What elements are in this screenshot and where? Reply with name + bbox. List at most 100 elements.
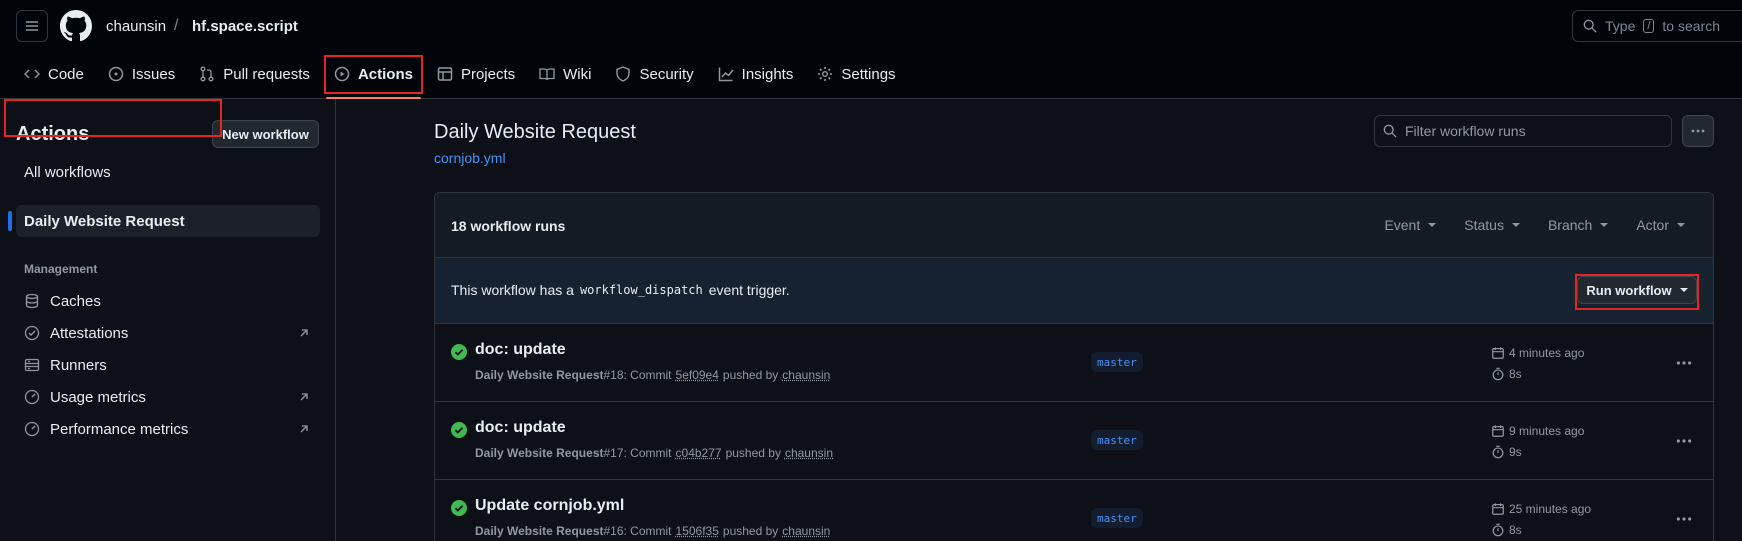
tab-label: Insights xyxy=(741,65,794,83)
kebab-horizontal-icon[interactable] xyxy=(1675,510,1693,528)
workflow-runs-box: 18 workflow runs Event Status Branch Act… xyxy=(434,192,1714,541)
run-duration: 8s xyxy=(1509,366,1522,381)
tab-insights[interactable]: Insights xyxy=(710,56,802,92)
run-commit-label: : Commit xyxy=(623,368,672,382)
check-circle-icon xyxy=(451,344,467,360)
tab-security[interactable]: Security xyxy=(607,56,701,92)
issue-icon xyxy=(108,66,124,82)
sidebar-item-performance-metrics[interactable]: Performance metrics xyxy=(16,413,320,445)
dispatch-text-post: event trigger. xyxy=(708,282,790,298)
run-author-link[interactable]: chaunsin xyxy=(785,446,833,460)
branch-badge[interactable]: master xyxy=(1091,508,1143,528)
sidebar-item-usage-metrics[interactable]: Usage metrics xyxy=(16,381,320,413)
breadcrumb-owner[interactable]: chaunsin xyxy=(106,18,166,35)
filter-label: Actor xyxy=(1636,217,1669,233)
workflow-options-button[interactable] xyxy=(1682,115,1714,147)
tab-label: Projects xyxy=(460,65,516,83)
global-search[interactable]: Type / to search xyxy=(1572,10,1742,42)
page-title: Daily Website Request xyxy=(434,121,636,143)
run-time: 4 minutes ago xyxy=(1509,345,1585,360)
server-icon xyxy=(24,358,40,372)
run-commit-link[interactable]: 1506f35 xyxy=(676,524,719,538)
meter-icon xyxy=(24,421,40,437)
sidebar-section-management: Management xyxy=(24,262,98,276)
verified-icon xyxy=(24,325,40,341)
search-shortcut-key: / xyxy=(1643,19,1655,33)
sidebar-item-all-workflows[interactable]: All workflows xyxy=(16,156,320,188)
search-hint-type: Type xyxy=(1605,18,1636,34)
run-duration: 9s xyxy=(1509,444,1522,459)
run-pushed-by: pushed by xyxy=(722,524,779,538)
tab-label: Pull requests xyxy=(223,65,310,83)
sidebar-item-caches[interactable]: Caches xyxy=(16,285,320,317)
runs-count: 18 workflow runs xyxy=(451,218,566,234)
shield-icon xyxy=(616,66,631,82)
tab-wiki[interactable]: Wiki xyxy=(531,56,599,92)
tab-pull-requests[interactable]: Pull requests xyxy=(191,56,318,92)
github-logo-icon[interactable] xyxy=(60,10,92,42)
workflow-file-link[interactable]: cornjob.yml xyxy=(434,150,506,166)
run-number: #17 xyxy=(603,446,624,460)
tab-projects[interactable]: Projects xyxy=(429,56,523,92)
run-time-info: 9 minutes ago 9s xyxy=(1491,420,1584,462)
run-workflow-name: Daily Website Request xyxy=(475,446,604,460)
run-meta: Daily Website Request #16 : Commit 1506f… xyxy=(475,524,830,538)
kebab-horizontal-icon[interactable] xyxy=(1675,354,1693,372)
filter-status[interactable]: Status xyxy=(1464,217,1520,233)
run-row[interactable]: Update cornjob.yml Daily Website Request… xyxy=(435,480,1713,541)
filter-actor[interactable]: Actor xyxy=(1636,217,1685,233)
run-commit-link[interactable]: c04b277 xyxy=(676,446,722,460)
run-title[interactable]: Update cornjob.yml xyxy=(475,497,624,515)
run-meta: Daily Website Request #18 : Commit 5ef09… xyxy=(475,368,830,382)
stopwatch-icon xyxy=(1492,367,1504,380)
sidebar-item-label: Runners xyxy=(50,356,107,374)
run-pushed-by: pushed by xyxy=(722,368,779,382)
kebab-horizontal-icon[interactable] xyxy=(1675,432,1693,450)
filter-event[interactable]: Event xyxy=(1384,217,1437,233)
run-time: 25 minutes ago xyxy=(1509,501,1592,516)
filter-label: Branch xyxy=(1547,217,1593,233)
highlight-box-run-workflow xyxy=(1575,274,1699,310)
run-row[interactable]: doc: update Daily Website Request #17 : … xyxy=(435,402,1713,480)
runs-header: 18 workflow runs Event Status Branch Act… xyxy=(435,193,1713,258)
run-title[interactable]: doc: update xyxy=(475,419,566,437)
sidebar-item-attestations[interactable]: Attestations xyxy=(16,317,320,349)
calendar-icon xyxy=(1492,502,1504,515)
external-link-icon xyxy=(300,393,308,401)
repo-tabs: Code Issues Pull requests Actions Projec… xyxy=(16,55,912,99)
sidebar-item-label: Caches xyxy=(50,292,101,310)
run-meta: Daily Website Request #17 : Commit c04b2… xyxy=(475,446,833,460)
tab-actions[interactable]: Actions xyxy=(323,55,423,99)
branch-badge[interactable]: master xyxy=(1091,430,1143,450)
calendar-icon xyxy=(1492,424,1504,437)
breadcrumb-repo[interactable]: hf.space.script xyxy=(192,18,298,35)
tab-settings[interactable]: Settings xyxy=(809,56,903,92)
highlight-box-actions-tab xyxy=(323,55,423,94)
run-row[interactable]: doc: update Daily Website Request #18 : … xyxy=(435,324,1713,402)
dispatch-text: This workflow has a workflow_dispatch ev… xyxy=(451,282,790,298)
filter-branch[interactable]: Branch xyxy=(1547,217,1609,233)
branch-badge[interactable]: master xyxy=(1091,352,1143,372)
run-commit-link[interactable]: 5ef09e4 xyxy=(676,368,719,382)
run-commit-label: : Commit xyxy=(623,524,672,538)
tab-code[interactable]: Code xyxy=(16,56,92,92)
run-author-link[interactable]: chaunsin xyxy=(782,368,830,382)
sidebar-item-runners[interactable]: Runners xyxy=(16,349,320,381)
menu-button[interactable] xyxy=(16,10,48,42)
calendar-icon xyxy=(1492,346,1504,359)
filter-runs-input[interactable]: Filter workflow runs xyxy=(1374,115,1672,147)
external-link-icon xyxy=(300,329,308,337)
search-hint-rest: to search xyxy=(1662,18,1721,34)
gear-icon xyxy=(818,67,833,81)
filter-label: Event xyxy=(1384,217,1421,233)
new-workflow-button[interactable]: New workflow xyxy=(212,120,319,148)
run-workflow-name: Daily Website Request xyxy=(475,368,604,382)
sidebar-item-daily-website-request[interactable]: Daily Website Request xyxy=(8,205,320,237)
code-icon xyxy=(24,69,40,79)
run-author-link[interactable]: chaunsin xyxy=(782,524,830,538)
tab-issues[interactable]: Issues xyxy=(100,56,183,92)
sidebar-item-label: Usage metrics xyxy=(50,388,146,406)
run-title[interactable]: doc: update xyxy=(475,341,566,359)
check-circle-icon xyxy=(451,422,467,438)
run-workflow-name: Daily Website Request xyxy=(475,524,604,538)
